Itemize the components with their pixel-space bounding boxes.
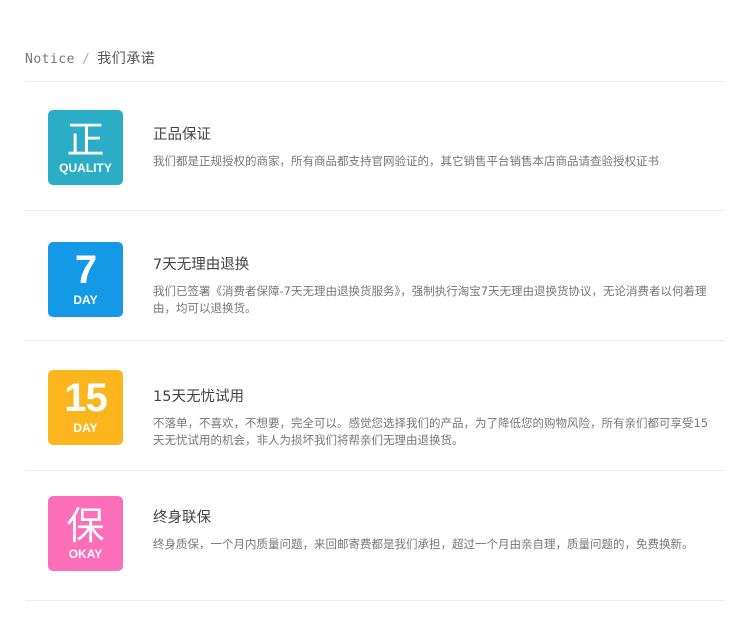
fifteen-day-badge-number: 15	[64, 376, 108, 420]
quality-badge-char: 正	[66, 118, 105, 162]
promise-item-quality: 正 QUALITY 正品保证 我们都是正规授权的商家，所有商品都支持官网验证的，…	[25, 82, 725, 210]
seven-day-badge-number: 7	[74, 248, 97, 292]
page-title: 我们承诺	[97, 51, 156, 67]
promise-item-7day: 7 DAY 7天无理由退换 我们已签署《消费者保障-7天无理由退换货服务》，强制…	[25, 211, 725, 339]
breadcrumb-separator: /	[81, 52, 91, 67]
promise-desc: 我们已签署《消费者保障-7天无理由退换货服务》，强制执行淘宝7天无理由退换货协议…	[153, 284, 707, 315]
warranty-badge: 保 OKAY	[48, 496, 123, 571]
divider	[25, 600, 725, 601]
warranty-badge-char: 保	[66, 504, 105, 548]
promise-text: 正品保证 我们都是正规授权的商家，所有商品都支持官网验证的，其它销售平台销售本店…	[153, 126, 718, 170]
breadcrumb: Notice / 我们承诺	[25, 48, 155, 68]
fifteen-day-badge: 15 DAY	[48, 370, 123, 445]
promise-item-warranty: 保 OKAY 终身联保 终身质保，一个月内质量问题，来回邮寄费都是我们承担，超过…	[25, 471, 725, 599]
promise-title: 终身联保	[153, 510, 211, 526]
promise-desc: 终身质保，一个月内质量问题，来回邮寄费都是我们承担，超过一个月由亲自理，质量问题…	[153, 537, 694, 551]
promise-item-15day: 15 DAY 15天无忧试用 不落单，不喜欢，不想要，完全可以。感觉您选择我们的…	[25, 341, 725, 469]
quality-badge: 正 QUALITY	[48, 110, 123, 185]
warranty-badge-label: OKAY	[68, 547, 103, 561]
quality-badge-label: QUALITY	[59, 161, 112, 175]
breadcrumb-notice: Notice	[25, 52, 75, 67]
promise-text: 终身联保 终身质保，一个月内质量问题，来回邮寄费都是我们承担，超过一个月由亲自理…	[153, 509, 718, 553]
promise-text: 15天无忧试用 不落单，不喜欢，不想要，完全可以。感觉您选择我们的产品，为了降低…	[153, 388, 718, 449]
promise-title: 正品保证	[153, 127, 211, 143]
promise-title: 15天无忧试用	[153, 389, 244, 405]
seven-day-badge: 7 DAY	[48, 242, 123, 317]
promise-desc: 不落单，不喜欢，不想要，完全可以。感觉您选择我们的产品，为了降低您的购物风险，所…	[153, 416, 709, 447]
seven-day-badge-label: DAY	[73, 293, 98, 307]
promise-desc: 我们都是正规授权的商家，所有商品都支持官网验证的，其它销售平台销售本店商品请查验…	[153, 154, 659, 168]
fifteen-day-badge-label: DAY	[73, 421, 98, 435]
promise-title: 7天无理由退换	[153, 257, 250, 273]
promise-text: 7天无理由退换 我们已签署《消费者保障-7天无理由退换货服务》，强制执行淘宝7天…	[153, 256, 718, 317]
